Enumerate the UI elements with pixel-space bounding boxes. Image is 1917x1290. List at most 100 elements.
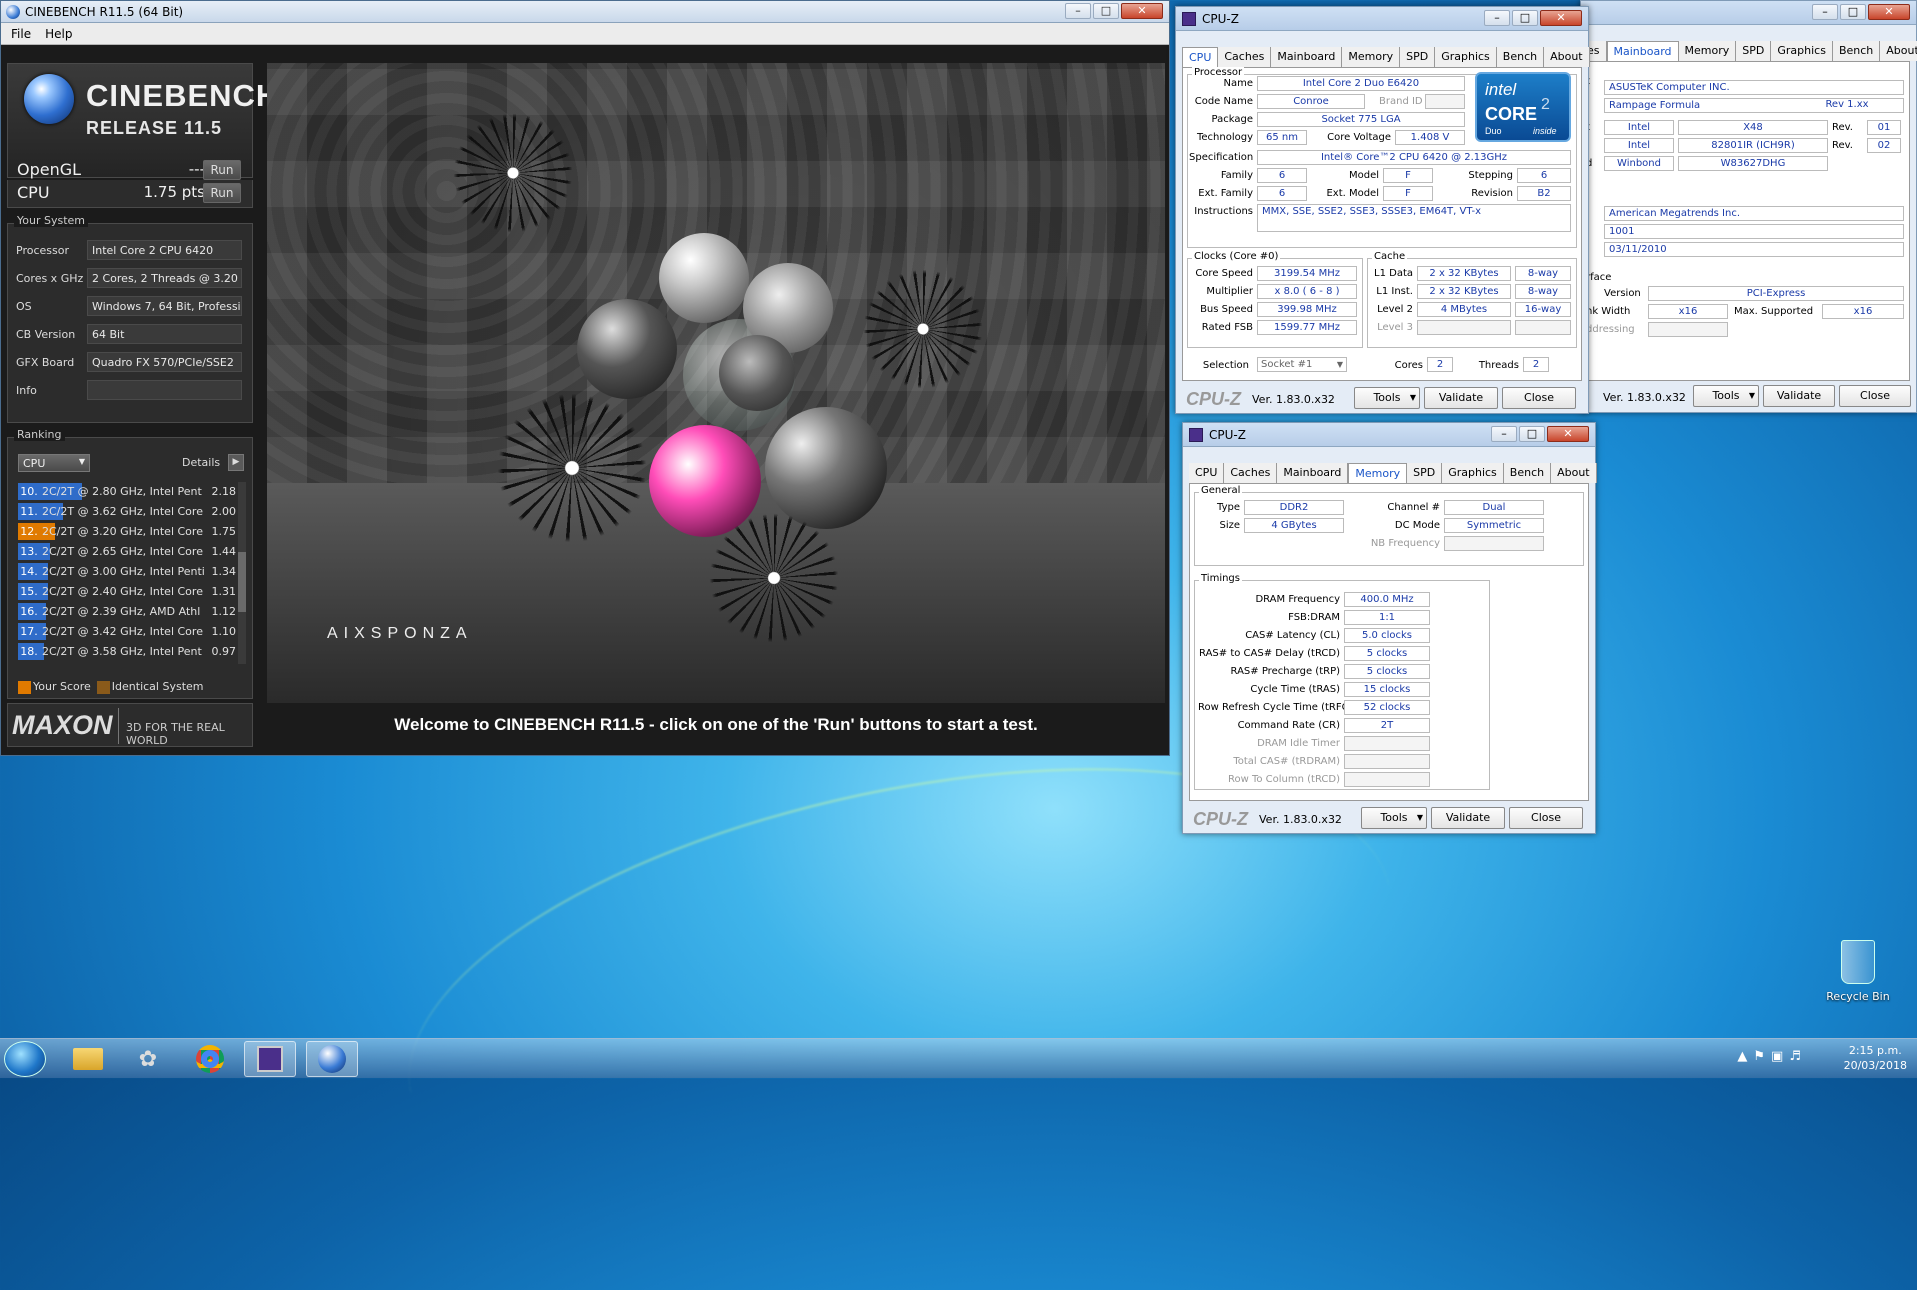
ranking-item[interactable]: 13. 2C/2T @ 2.65 GHz, Intel Core 1.44 <box>18 542 236 562</box>
tab-memory[interactable]: Memory <box>1342 47 1401 67</box>
ranking-type-value: CPU <box>23 457 46 470</box>
l1-data: 2 x 32 KBytes <box>1417 266 1511 281</box>
cpuz-memory-titlebar[interactable]: CPU-Z – □ ✕ <box>1183 423 1595 447</box>
tab-about[interactable]: About <box>1544 47 1590 67</box>
maximize-button[interactable]: □ <box>1093 3 1119 19</box>
validate-button[interactable]: Validate <box>1763 385 1835 407</box>
chevron-down-icon: ▼ <box>1336 360 1343 369</box>
start-button[interactable] <box>4 1041 46 1077</box>
specification: Intel® Core™2 CPU 6420 @ 2.13GHz <box>1257 150 1571 165</box>
tab-spd[interactable]: SPD <box>1736 41 1772 61</box>
cpuz-taskbar-button[interactable] <box>244 1041 296 1077</box>
tools-button[interactable]: Tools ▼ <box>1693 385 1759 407</box>
validate-button[interactable]: Validate <box>1431 807 1505 829</box>
ranking-item[interactable]: 14. 2C/2T @ 3.00 GHz, Intel Penti 1.34 <box>18 562 236 582</box>
tab-graphics[interactable]: Graphics <box>1442 463 1504 483</box>
socket-select[interactable]: Socket #1 ▼ <box>1257 357 1347 372</box>
menu-file[interactable]: File <box>11 27 31 41</box>
details-arrow-button[interactable]: ▶ <box>228 454 244 471</box>
minimize-button[interactable]: – <box>1065 3 1091 19</box>
network-icon[interactable]: ▣ <box>1771 1049 1789 1064</box>
cpu-run-button[interactable]: Run <box>203 183 241 203</box>
cpuz-mainboard-titlebar[interactable]: – □ ✕ <box>1581 1 1916 25</box>
tab-cpu[interactable]: CPU <box>1182 47 1219 67</box>
close-window-button[interactable]: Close <box>1509 807 1583 829</box>
tab-mainboard[interactable]: Mainboard <box>1271 47 1343 67</box>
explorer-taskbar-button[interactable] <box>62 1041 114 1077</box>
tools-button[interactable]: Tools ▼ <box>1354 387 1420 409</box>
cpuz-cpu-window: CPU-Z – □ ✕ CPU Caches Mainboard Memory SPD Gra… <box>1175 6 1590 414</box>
recycle-bin-shortcut[interactable]: Recycle Bin <box>1818 940 1898 1003</box>
minimize-button[interactable]: – <box>1484 10 1510 26</box>
close-button[interactable]: ✕ <box>1540 10 1582 26</box>
timing-value: 5 clocks <box>1344 664 1430 679</box>
ranking-item[interactable]: 17. 2C/2T @ 3.42 GHz, Intel Core 1.10 <box>18 622 236 642</box>
volume-icon[interactable]: ♬ <box>1789 1049 1807 1064</box>
ext-model: F <box>1383 186 1433 201</box>
maximize-button[interactable]: □ <box>1519 426 1545 442</box>
mb-chipset-rev: 01 <box>1867 120 1901 135</box>
chrome-icon <box>196 1045 224 1073</box>
cpuz-cpu-titlebar[interactable]: CPU-Z – □ ✕ <box>1176 7 1588 31</box>
cinebench-taskbar-button[interactable] <box>306 1041 358 1077</box>
scrollbar-thumb[interactable] <box>238 552 246 612</box>
mb-manufacturer: ASUSTeK Computer INC. <box>1604 80 1904 95</box>
nb-frequency <box>1444 536 1544 551</box>
system-value: 64 Bit <box>87 324 242 344</box>
render-sparkle-burst <box>863 269 983 389</box>
tools-button[interactable]: Tools ▼ <box>1361 807 1427 829</box>
ranking-item[interactable]: 16. 2C/2T @ 2.39 GHz, AMD Athl 1.12 <box>18 602 236 622</box>
close-button[interactable]: ✕ <box>1868 4 1910 20</box>
ranking-description: 2C/2T @ 2.39 GHz, AMD Athl <box>42 605 201 618</box>
cpuz-memory-page: General Type DDR2 Size 4 GBytes Channel … <box>1189 483 1589 801</box>
tab-memory[interactable]: Memory <box>1678 41 1737 61</box>
opengl-run-button[interactable]: Run <box>203 160 241 180</box>
menu-help[interactable]: Help <box>45 27 72 41</box>
tray-up-arrow-icon[interactable]: ▲ <box>1737 1049 1753 1064</box>
tab-bench[interactable]: Bench <box>1496 47 1545 67</box>
timing-label: Total CAS# (tRDRAM) <box>1233 756 1340 767</box>
taskbar-clock[interactable]: 2:15 p.m. 20/03/2018 <box>1844 1043 1907 1073</box>
tab-graphics[interactable]: Graphics <box>1771 41 1833 61</box>
field-label: Stepping <box>1468 170 1513 181</box>
bios-brand: American Megatrends Inc. <box>1604 206 1904 221</box>
tab-spd[interactable]: SPD <box>1407 463 1443 483</box>
maximize-button[interactable]: □ <box>1512 10 1538 26</box>
cinebench-titlebar[interactable]: CINEBENCH R11.5 (64 Bit) – □ ✕ <box>1 1 1169 23</box>
close-button[interactable]: ✕ <box>1547 426 1589 442</box>
tab-caches[interactable]: Caches <box>1218 47 1272 67</box>
ranking-item[interactable]: 15. 2C/2T @ 2.40 GHz, Intel Core 1.31 <box>18 582 236 602</box>
tool-taskbar-button[interactable]: ✿ <box>122 1041 174 1077</box>
close-window-button[interactable]: Close <box>1839 385 1911 407</box>
ranking-scrollbar[interactable] <box>238 482 246 664</box>
close-window-button[interactable]: Close <box>1502 387 1576 409</box>
system-tray[interactable]: ▲⚑▣♬ <box>1737 1049 1807 1064</box>
field-label: Family <box>1220 170 1253 181</box>
ranking-list: 10. 2C/2T @ 2.80 GHz, Intel Pent 2.18 11. 2C… <box>18 482 236 662</box>
tab-about[interactable]: About <box>1880 41 1917 61</box>
tab-graphics[interactable]: Graphics <box>1435 47 1497 67</box>
ranking-type-select[interactable]: CPU ▼ <box>18 454 90 472</box>
tab-mainboard[interactable]: Mainboard <box>1277 463 1349 483</box>
maximize-button[interactable]: □ <box>1840 4 1866 20</box>
tab-caches[interactable]: Caches <box>1224 463 1278 483</box>
tab-memory[interactable]: Memory <box>1348 463 1408 483</box>
ranking-item[interactable]: 11. 2C/2T @ 3.62 GHz, Intel Core 2.00 <box>18 502 236 522</box>
tab-about[interactable]: About <box>1551 463 1597 483</box>
close-button[interactable]: ✕ <box>1121 3 1163 19</box>
validate-button[interactable]: Validate <box>1424 387 1498 409</box>
minimize-button[interactable]: – <box>1812 4 1838 20</box>
ranking-item[interactable]: 18. 2C/2T @ 3.58 GHz, Intel Pent 0.97 <box>18 642 236 662</box>
chrome-taskbar-button[interactable] <box>184 1041 236 1077</box>
tab-bench[interactable]: Bench <box>1832 41 1881 61</box>
tab-cpu[interactable]: CPU <box>1189 463 1225 483</box>
ranking-item[interactable]: 12. 2C/2T @ 3.20 GHz, Intel Core 1.75 <box>18 522 236 542</box>
tab-bench[interactable]: Bench <box>1503 463 1552 483</box>
action-center-flag-icon[interactable]: ⚑ <box>1753 1049 1771 1064</box>
tab-mainboard[interactable]: Mainboard <box>1606 41 1679 61</box>
minimize-button[interactable]: – <box>1491 426 1517 442</box>
tab-spd[interactable]: SPD <box>1400 47 1436 67</box>
system-row: GFX Board Quadro FX 570/PCIe/SSE2 <box>16 352 244 374</box>
group-title: Timings <box>1199 573 1242 584</box>
ranking-item[interactable]: 10. 2C/2T @ 2.80 GHz, Intel Pent 2.18 <box>18 482 236 502</box>
